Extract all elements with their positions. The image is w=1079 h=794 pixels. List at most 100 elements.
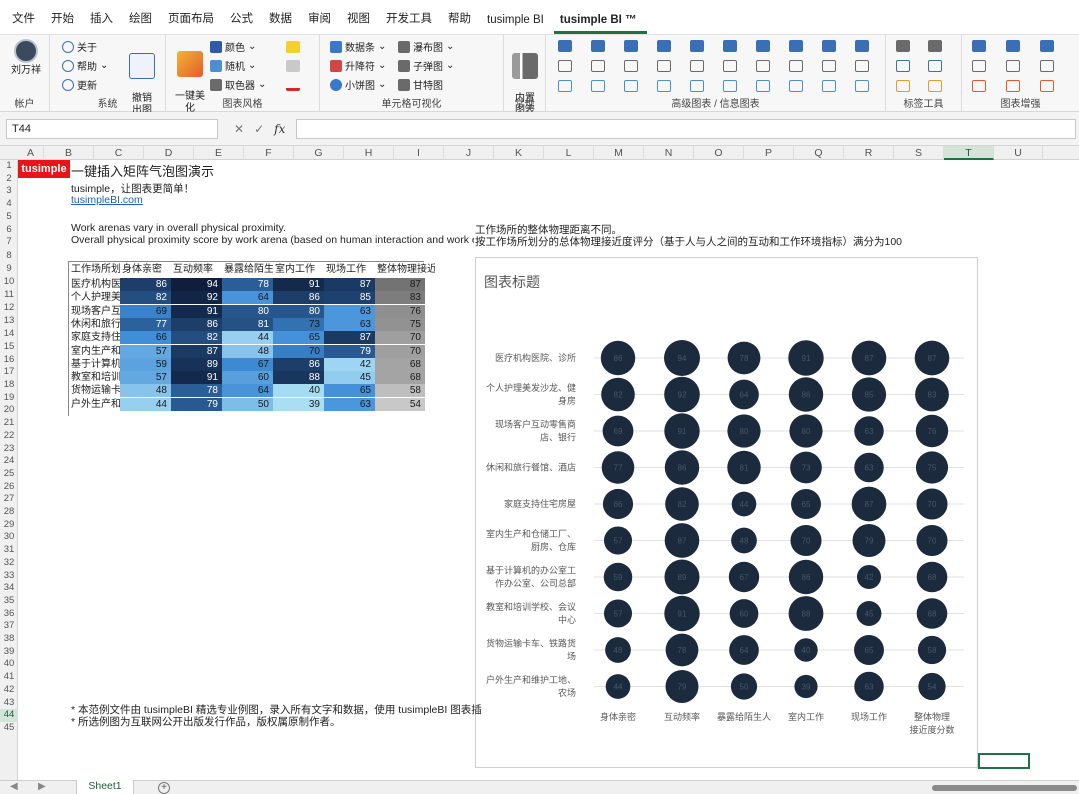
horizontal-scrollbar[interactable] [932, 785, 1077, 791]
row-header-8[interactable]: 8 [0, 249, 18, 264]
row-header-38[interactable]: 38 [0, 633, 18, 646]
row-header-35[interactable]: 35 [0, 595, 18, 608]
bubble-matrix-chart[interactable]: 图表标题 医疗机构医院、诊所 个人护理美发沙龙、健身房 现场客户互动零售商店、银行休… [475, 257, 978, 768]
enhance-chart-icon-2[interactable] [972, 80, 986, 92]
font-color-icon[interactable] [286, 79, 300, 91]
column-header-J[interactable]: J [444, 146, 494, 160]
advanced-chart-icon-5[interactable] [591, 80, 605, 92]
row-header-31[interactable]: 31 [0, 544, 18, 557]
advanced-chart-icon-4[interactable] [591, 60, 605, 72]
row-header-37[interactable]: 37 [0, 620, 18, 633]
row-header-32[interactable]: 32 [0, 557, 18, 570]
row-header-30[interactable]: 30 [0, 531, 18, 544]
add-sheet-icon[interactable]: + [158, 782, 170, 794]
enhance-chart-icon-6[interactable] [1040, 40, 1054, 52]
row-header-3[interactable]: 3 [0, 185, 18, 198]
sheet-tab-sheet1[interactable]: Sheet1 [76, 780, 134, 794]
advanced-chart-icon-18[interactable] [756, 40, 770, 52]
row-header-43[interactable]: 43 [0, 697, 18, 710]
label-chart-icon-3[interactable] [928, 40, 942, 52]
column-header-G[interactable]: G [294, 146, 344, 160]
menu-item-12[interactable]: tusimple BI ™ [553, 14, 647, 34]
advanced-chart-icon-15[interactable] [723, 40, 737, 52]
row-header-24[interactable]: 24 [0, 455, 18, 468]
row-header-28[interactable]: 28 [0, 506, 18, 519]
row-header-14[interactable]: 14 [0, 328, 18, 341]
advanced-chart-icon-19[interactable] [756, 60, 770, 72]
row-header-9[interactable]: 9 [0, 263, 18, 276]
row-header-41[interactable]: 41 [0, 671, 18, 684]
row-header-20[interactable]: 20 [0, 404, 18, 417]
menu-item-11[interactable]: tusimple BI [481, 14, 554, 34]
waterfall-button[interactable]: 瀑布图 ⌄ [398, 39, 454, 54]
about-button[interactable]: 关于 [62, 39, 97, 54]
row-header-40[interactable]: 40 [0, 658, 18, 671]
row-header-13[interactable]: 13 [0, 314, 18, 328]
row-header-21[interactable]: 21 [0, 417, 18, 430]
advanced-chart-icon-1[interactable] [558, 60, 572, 72]
confirm-icon[interactable]: ✓ [254, 122, 264, 136]
row-header-44[interactable]: 44 [0, 709, 18, 722]
row-header-25[interactable]: 25 [0, 468, 18, 481]
enhance-chart-icon-5[interactable] [1006, 80, 1020, 92]
column-header-I[interactable]: I [394, 146, 444, 160]
label-chart-icon-2[interactable] [896, 80, 910, 92]
updown-button[interactable]: 升降符 ⌄ [330, 58, 386, 73]
enhance-chart-icon-3[interactable] [1006, 40, 1020, 52]
row-header-33[interactable]: 33 [0, 570, 18, 583]
advanced-chart-icon-6[interactable] [624, 40, 638, 52]
menu-item-8[interactable]: 视图 [341, 10, 380, 34]
label-chart-icon-5[interactable] [928, 80, 942, 92]
advanced-chart-icon-3[interactable] [591, 40, 605, 52]
advanced-chart-icon-8[interactable] [624, 80, 638, 92]
databar-button[interactable]: 数据条 ⌄ [330, 39, 386, 54]
advanced-chart-icon-0[interactable] [558, 40, 572, 52]
gantt-button[interactable]: 甘特图 [398, 77, 443, 92]
advanced-chart-icon-17[interactable] [723, 80, 737, 92]
row-header-36[interactable]: 36 [0, 608, 18, 621]
advanced-chart-icon-20[interactable] [756, 80, 770, 92]
column-header-L[interactable]: L [544, 146, 594, 160]
label-chart-icon-1[interactable] [896, 60, 910, 72]
row-header-27[interactable]: 27 [0, 493, 18, 506]
next-sheet-icon[interactable]: ▶ [38, 781, 46, 792]
row-header-26[interactable]: 26 [0, 481, 18, 494]
label-chart-icon-0[interactable] [896, 40, 910, 52]
enhance-chart-icon-8[interactable] [1040, 80, 1054, 92]
column-header-K[interactable]: K [494, 146, 544, 160]
prev-sheet-icon[interactable]: ◀ [10, 781, 18, 792]
menu-item-6[interactable]: 数据 [263, 10, 302, 34]
formula-input[interactable] [296, 119, 1076, 139]
row-header-22[interactable]: 22 [0, 430, 18, 443]
row-header-15[interactable]: 15 [0, 341, 18, 354]
advanced-chart-icon-28[interactable] [855, 60, 869, 72]
advanced-chart-icon-26[interactable] [822, 80, 836, 92]
row-header-17[interactable]: 17 [0, 366, 18, 379]
row-header-7[interactable]: 7 [0, 236, 18, 249]
row-header-1[interactable]: 1 [0, 160, 18, 173]
menu-item-2[interactable]: 插入 [84, 10, 123, 34]
column-header-S[interactable]: S [894, 146, 944, 160]
column-header-E[interactable]: E [194, 146, 244, 160]
menu-item-1[interactable]: 开始 [45, 10, 84, 34]
advanced-chart-icon-13[interactable] [690, 60, 704, 72]
menu-item-4[interactable]: 页面布局 [162, 10, 224, 34]
help-button[interactable]: 帮助 ⌄ [62, 58, 108, 73]
row-header-18[interactable]: 18 [0, 379, 18, 392]
row-header-11[interactable]: 11 [0, 289, 18, 302]
column-header-U[interactable]: U [994, 146, 1043, 160]
random-button[interactable]: 随机 ⌄ [210, 58, 256, 73]
row-header-45[interactable]: 45 [0, 722, 18, 735]
website-link[interactable]: tusimpleBI.com [71, 194, 143, 206]
advanced-chart-icon-27[interactable] [855, 40, 869, 52]
advanced-chart-icon-21[interactable] [789, 40, 803, 52]
column-header-T[interactable]: T [944, 146, 994, 160]
column-header-O[interactable]: O [694, 146, 744, 160]
row-header-4[interactable]: 4 [0, 198, 18, 211]
row-header-12[interactable]: 12 [0, 302, 18, 315]
menu-item-7[interactable]: 审阅 [302, 10, 341, 34]
advanced-chart-icon-22[interactable] [789, 60, 803, 72]
column-header-B[interactable]: B [44, 146, 94, 160]
enhance-chart-icon-0[interactable] [972, 40, 986, 52]
row-header-34[interactable]: 34 [0, 582, 18, 595]
